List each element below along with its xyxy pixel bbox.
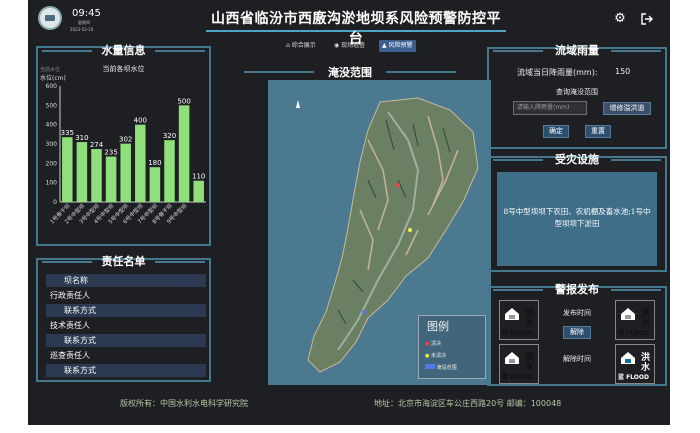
rain-value: 150 <box>615 67 631 76</box>
disaster-text: 8号中型坝坝下农田、农机棚及畜水池;1号中型坝坝下淤田 <box>503 207 651 228</box>
duty-row-patrol: 巡查责任人 <box>50 351 90 360</box>
badge-level: 蓝 FLOOD <box>618 374 649 381</box>
clock-time: 09:45 <box>72 8 101 19</box>
logo <box>38 6 62 30</box>
logout-icon[interactable] <box>640 12 654 26</box>
bar-data-label: 274 <box>90 141 104 149</box>
bar <box>178 105 190 202</box>
bar-data-label: 180 <box>148 159 161 167</box>
bar <box>193 180 204 202</box>
duty-row-admin-contact: 联系方式 <box>46 304 206 317</box>
title-bar: 山西省临汾市西廒沟淤地坝系风险预警防控平台 <box>206 8 506 47</box>
settings-gear-icon[interactable]: ⚙ <box>613 12 627 26</box>
badge-level: 红 FLOOD <box>502 330 533 337</box>
footer-address: 地址：北京市海淀区车公庄西路20号 邮编：100048 <box>374 399 562 408</box>
header: 09:45 星期四 2023-03-16 山西省临汾市西廒沟淤地坝系风险预警防控… <box>28 0 670 47</box>
bar-data-label: 335 <box>61 129 74 137</box>
rain-label: 流域当日降雨量(mm): <box>517 68 598 77</box>
alert-panel: 警报发布 洪水 红 FLOOD 洪水 橙 FLOOD 洪水 黄 FLOOD 洪水… <box>487 283 667 386</box>
duty-row-patrol-contact: 联系方式 <box>46 364 206 377</box>
rain-panel-title: 流域雨量 <box>489 42 665 58</box>
legend-title: 图例 <box>427 320 449 333</box>
duty-row-tech: 技术责任人 <box>50 321 90 330</box>
badge-char: 洪水 <box>525 353 535 373</box>
clock-weekday: 星期四 <box>78 20 90 25</box>
alert-panel-title: 警报发布 <box>489 281 665 297</box>
footer-copyright: 版权所有：中国水利水电科学研究院 <box>120 399 248 408</box>
legend-item-inundation: 淹没范围 <box>425 364 457 371</box>
inundation-map[interactable]: 图例 ● 溃决 ● 未溃决 淹没范围 <box>268 80 491 385</box>
badge-char: 洪水 <box>641 353 651 373</box>
bar-data-label: 400 <box>134 117 147 125</box>
bar-data-label: 110 <box>192 173 205 181</box>
water-panel-title: 水量信息 <box>38 42 209 58</box>
lift-time-label: 解除时间 <box>563 355 591 363</box>
disaster-content: 8号中型坝坝下农田、农机棚及畜水池;1号中型坝坝下淤田 <box>497 172 657 266</box>
nav-item-risk-warning[interactable]: ▲ 风险预警 <box>379 40 416 52</box>
bar <box>120 143 131 202</box>
bar <box>164 140 175 202</box>
red-flood-warning-badge[interactable]: 洪水 红 FLOOD <box>499 300 539 340</box>
map-panel-title: 淹没范围 <box>234 64 466 80</box>
duty-panel-title: 责任名单 <box>38 253 209 269</box>
badge-level: 黄 FLOOD <box>502 374 533 381</box>
bar-data-label: 235 <box>104 149 117 157</box>
y-tick-label: 400 <box>46 122 58 129</box>
bar <box>105 156 117 202</box>
bar <box>135 124 146 202</box>
bar <box>149 167 161 202</box>
disaster-panel: 受灾设施 8号中型坝坝下农田、农机棚及畜水池;1号中型坝坝下淤田 <box>487 153 667 272</box>
house-icon <box>505 352 519 364</box>
badge-char: 洪水 <box>641 309 651 329</box>
y-tick-label: 300 <box>46 141 58 148</box>
house-icon <box>621 308 635 320</box>
duty-row-dam-name: 坝名称 <box>46 274 206 287</box>
legend-item-no-breach: ● 未溃决 <box>425 353 446 359</box>
duty-row-tech-contact: 联系方式 <box>46 334 206 347</box>
duty-row-admin: 行政责任人 <box>50 291 90 300</box>
bar-data-label: 302 <box>119 136 132 144</box>
app-window: 09:45 星期四 2023-03-16 山西省临汾市西廒沟淤地坝系风险预警防控… <box>28 0 670 425</box>
bar <box>62 137 73 202</box>
y-tick-label: 600 <box>46 83 58 90</box>
clock-date: 2023-03-16 <box>70 27 94 32</box>
confirm-button[interactable]: 确定 <box>543 125 569 138</box>
bar <box>76 142 88 202</box>
orange-flood-warning-badge[interactable]: 洪水 橙 FLOOD <box>615 300 655 340</box>
nav-item-inspection[interactable]: ◉ 现场巡查 <box>334 40 365 52</box>
house-icon <box>505 308 519 320</box>
yellow-flood-warning-badge[interactable]: 洪水 黄 FLOOD <box>499 344 539 384</box>
y-tick-label: 0 <box>53 199 57 206</box>
location-icon: ◉ <box>334 42 340 49</box>
bar-data-label: 320 <box>163 132 176 140</box>
warning-icon: ▲ <box>382 42 387 49</box>
nav-item-overview[interactable]: ⌂ 综合展示 <box>286 40 316 52</box>
rainfall-input[interactable]: 请输入降雨量(mm) <box>513 101 587 115</box>
overflow-spillway-button[interactable]: 增修溢洪道 <box>603 102 651 115</box>
blue-flood-warning-badge[interactable]: 洪水 蓝 FLOOD <box>615 344 655 384</box>
y-tick-label: 100 <box>46 180 58 187</box>
water-level-chart: 水位(cm) 0 100 200 300 400 500 600 335310274235302… <box>40 74 206 225</box>
legend-item-breach: ● 溃决 <box>425 341 441 347</box>
lift-warning-button[interactable]: 解除 <box>563 326 591 339</box>
disaster-panel-title: 受灾设施 <box>489 151 665 167</box>
badge-char: 洪水 <box>525 309 535 329</box>
y-tick-label: 200 <box>46 160 58 167</box>
query-title: 查询淹没范围 <box>556 88 598 96</box>
home-icon: ⌂ <box>286 42 290 49</box>
publish-time-label: 发布时间 <box>563 309 591 317</box>
house-icon <box>621 352 635 364</box>
map-legend: 图例 ● 溃决 ● 未溃决 淹没范围 <box>418 315 486 379</box>
duty-panel: 责任名单 坝名称 行政责任人 联系方式 技术责任人 联系方式 巡查责任人 联系方… <box>36 255 211 382</box>
water-panel: 水量信息 当前各坝水位 当前水位 水位(cm) 0 100 200 300 400 500 6… <box>36 44 211 246</box>
bar-data-label: 310 <box>75 134 88 142</box>
y-tick-label: 500 <box>46 102 58 109</box>
badge-level: 橙 FLOOD <box>618 330 649 337</box>
y-axis-unit: 水位(cm) <box>40 74 66 82</box>
rain-panel: 流域雨量 流域当日降雨量(mm): 150 查询淹没范围 请输入降雨量(mm) … <box>487 44 667 149</box>
bar <box>91 149 102 202</box>
reset-button[interactable]: 重置 <box>585 125 611 138</box>
bar-data-label: 500 <box>177 97 190 105</box>
